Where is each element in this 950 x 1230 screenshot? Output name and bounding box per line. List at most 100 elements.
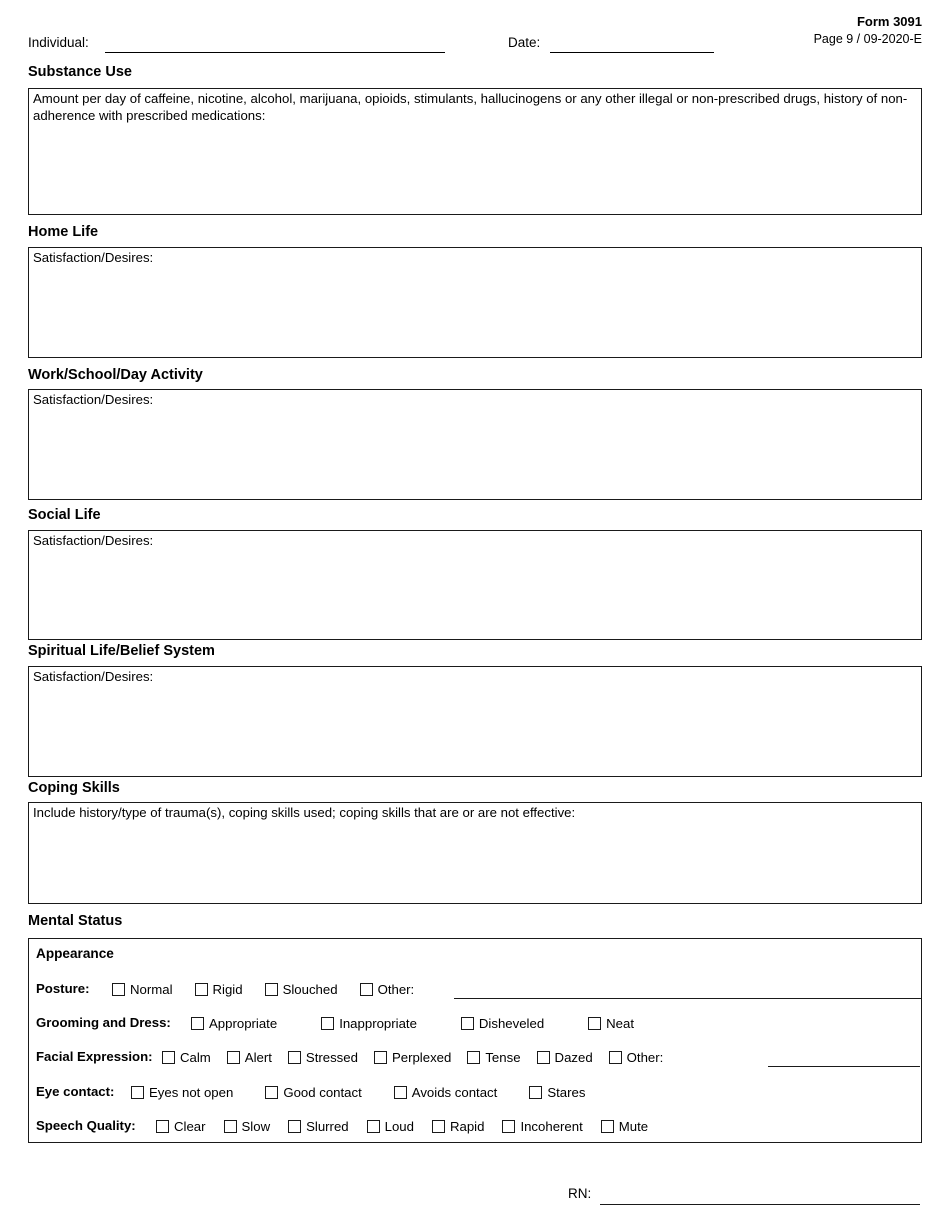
checkbox-label: Alert: [244, 1049, 272, 1065]
checkbox-option-speech-quality-mute[interactable]: Mute: [600, 1116, 648, 1137]
checkbox-label: Avoids contact: [411, 1084, 498, 1100]
rn-label: RN:: [568, 1186, 592, 1201]
checkbox-option-facial-expression-alert[interactable]: Alert: [226, 1047, 272, 1068]
section-textarea-substance-use[interactable]: Amount per day of caffeine, nicotine, al…: [28, 88, 922, 215]
checkbox-icon[interactable]: [112, 982, 125, 996]
checkbox-label: Rapid: [449, 1118, 485, 1134]
section-prompt: Include history/type of trauma(s), copin…: [33, 805, 576, 820]
section-title-spiritual-life-belief-system: Spiritual Life/Belief System: [28, 643, 215, 659]
checkbox-icon[interactable]: [536, 1050, 550, 1064]
checkbox-option-facial-expression-tense[interactable]: Tense: [467, 1047, 521, 1068]
checkbox-option-facial-expression-calm[interactable]: Calm: [162, 1047, 211, 1068]
section-title-social-life: Social Life: [28, 507, 101, 523]
checkbox-option-speech-quality-incoherent[interactable]: Incoherent: [502, 1116, 583, 1137]
section-textarea-spiritual-life-belief-system[interactable]: Satisfaction/Desires:: [28, 666, 922, 777]
checkbox-option-speech-quality-clear[interactable]: Clear: [156, 1116, 206, 1137]
section-prompt: Satisfaction/Desires:: [33, 250, 154, 265]
checkbox-label: Dazed: [554, 1049, 593, 1065]
checkbox-icon[interactable]: [226, 1050, 240, 1064]
checkbox-icon[interactable]: [467, 1050, 481, 1064]
checkbox-label: Clear: [174, 1118, 206, 1134]
individual-input[interactable]: [105, 52, 445, 53]
checkbox-option-eye-contact-good-contact[interactable]: Good contact: [265, 1082, 362, 1103]
checkbox-icon[interactable]: [156, 1119, 169, 1133]
section-textarea-home-life[interactable]: Satisfaction/Desires:: [28, 247, 922, 358]
section-title-mental-status: Mental Status: [28, 913, 123, 929]
checkbox-icon[interactable]: [359, 982, 373, 996]
checkbox-icon[interactable]: [131, 1085, 144, 1099]
checkbox-label: Neat: [606, 1015, 635, 1031]
mental-status-row-facial-expression: Facial Expression: Calm Alert Stressed Perpl…: [36, 1047, 920, 1068]
checkbox-icon[interactable]: [366, 1119, 380, 1133]
checkbox-icon[interactable]: [502, 1119, 516, 1133]
checkbox-label: Disheveled: [478, 1015, 545, 1031]
mental-status-subheading: Appearance: [36, 946, 114, 961]
checkbox-option-facial-expression-dazed[interactable]: Dazed: [536, 1047, 593, 1068]
checkbox-icon[interactable]: [588, 1016, 602, 1030]
checkbox-option-posture-normal[interactable]: Normal: [112, 979, 173, 1000]
checkbox-icon[interactable]: [600, 1119, 614, 1133]
page-info: Page 9 / 09-2020-E: [813, 32, 922, 46]
checkbox-option-posture-rigid[interactable]: Rigid: [194, 979, 243, 1000]
checkbox-option-facial-expression-other[interactable]: Other:: [608, 1047, 663, 1068]
section-title-home-life: Home Life: [28, 224, 99, 240]
section-title-substance-use: Substance Use: [28, 64, 132, 80]
checkbox-icon[interactable]: [321, 1016, 335, 1030]
checkbox-option-facial-expression-perplexed[interactable]: Perplexed: [373, 1047, 452, 1068]
checkbox-icon[interactable]: [265, 1085, 279, 1099]
other-text-input[interactable]: [454, 998, 921, 999]
checkbox-option-grooming-and-dress-inappropriate[interactable]: Inappropriate: [321, 1013, 417, 1034]
checkbox-option-grooming-and-dress-disheveled[interactable]: Disheveled: [460, 1013, 545, 1034]
checkbox-option-eye-contact-eyes-not-open[interactable]: Eyes not open: [131, 1082, 233, 1103]
other-text-input[interactable]: [768, 1066, 920, 1067]
checkbox-icon[interactable]: [460, 1016, 474, 1030]
checkbox-label: Stressed: [305, 1049, 358, 1065]
checkbox-icon[interactable]: [191, 1016, 204, 1030]
section-textarea-work-school-day-activity[interactable]: Satisfaction/Desires:: [28, 389, 922, 500]
row-label-grooming-and-dress: Grooming and Dress:: [36, 1015, 171, 1031]
checkbox-option-speech-quality-slow[interactable]: Slow: [223, 1116, 270, 1137]
checkbox-option-posture-slouched[interactable]: Slouched: [264, 979, 338, 1000]
row-label-facial-expression: Facial Expression:: [36, 1049, 153, 1065]
checkbox-option-grooming-and-dress-appropriate[interactable]: Appropriate: [191, 1013, 277, 1034]
mental-status-row-speech-quality: Speech Quality: Clear Slow Slurred Loud Rapid…: [36, 1116, 916, 1136]
section-prompt: Satisfaction/Desires:: [33, 392, 154, 407]
checkbox-icon[interactable]: [264, 982, 278, 996]
checkbox-icon[interactable]: [431, 1119, 445, 1133]
checkbox-icon[interactable]: [529, 1085, 543, 1099]
form-number: Form 3091: [856, 14, 922, 29]
checkbox-label: Perplexed: [391, 1049, 452, 1065]
checkbox-icon[interactable]: [288, 1119, 302, 1133]
mental-status-row-grooming-and-dress: Grooming and Dress: Appropriate Inappropri…: [36, 1013, 916, 1033]
checkbox-icon[interactable]: [393, 1085, 407, 1099]
checkbox-option-speech-quality-loud[interactable]: Loud: [366, 1116, 414, 1137]
checkbox-label: Slouched: [282, 981, 338, 997]
section-textarea-social-life[interactable]: Satisfaction/Desires:: [28, 530, 922, 640]
checkbox-icon[interactable]: [223, 1119, 237, 1133]
checkbox-icon[interactable]: [162, 1050, 175, 1064]
checkbox-icon[interactable]: [287, 1050, 301, 1064]
checkbox-option-speech-quality-rapid[interactable]: Rapid: [431, 1116, 485, 1137]
checkbox-option-posture-other[interactable]: Other:: [359, 979, 414, 1000]
checkbox-icon[interactable]: [194, 982, 208, 996]
checkbox-label: Normal: [130, 981, 173, 997]
individual-label: Individual:: [28, 35, 89, 50]
section-textarea-coping-skills[interactable]: Include history/type of trauma(s), copin…: [28, 802, 922, 904]
checkbox-option-grooming-and-dress-neat[interactable]: Neat: [588, 1013, 634, 1034]
date-input[interactable]: [550, 52, 714, 53]
section-prompt: Amount per day of caffeine, nicotine, al…: [33, 91, 908, 123]
checkbox-icon[interactable]: [608, 1050, 622, 1064]
checkbox-label: Appropriate: [209, 1015, 278, 1031]
checkbox-option-speech-quality-slurred[interactable]: Slurred: [288, 1116, 349, 1137]
checkbox-option-facial-expression-stressed[interactable]: Stressed: [287, 1047, 358, 1068]
checkbox-option-eye-contact-stares[interactable]: Stares: [529, 1082, 585, 1103]
rn-input[interactable]: [600, 1204, 920, 1205]
checkbox-label: Loud: [384, 1118, 414, 1134]
checkbox-label: Eyes not open: [149, 1084, 234, 1100]
row-label-eye-contact: Eye contact:: [36, 1084, 115, 1100]
row-label-posture: Posture:: [36, 981, 90, 997]
checkbox-icon[interactable]: [373, 1050, 387, 1064]
checkbox-label: Tense: [485, 1049, 521, 1065]
checkbox-label: Inappropriate: [339, 1015, 417, 1031]
checkbox-option-eye-contact-avoids-contact[interactable]: Avoids contact: [393, 1082, 498, 1103]
